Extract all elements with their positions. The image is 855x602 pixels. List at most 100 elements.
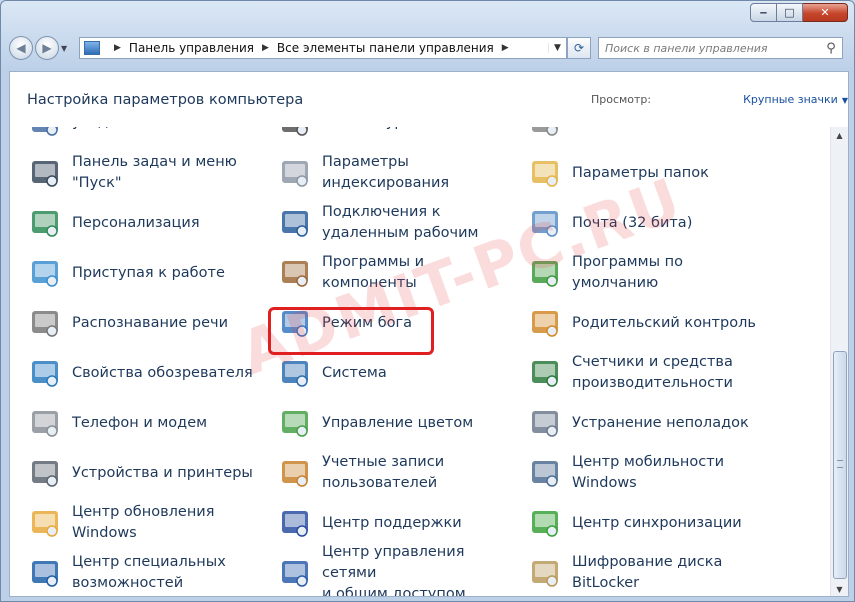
control-panel-item[interactable]: Центр мобильности Windows	[528, 450, 773, 496]
control-panel-item[interactable]: Центр обновления Windows	[28, 500, 273, 546]
view-by-value: Крупные значки	[743, 93, 838, 106]
control-panel-item-label: Мышь	[572, 127, 618, 133]
color-management-icon	[278, 406, 312, 440]
control-panel-item[interactable]: Учетные записи пользователей	[278, 450, 523, 496]
control-panel-item-label: Телефон и модем	[72, 414, 208, 431]
control-panel-item-label: Центр обновления Windows	[72, 504, 215, 541]
minimize-button[interactable]: ‒	[750, 3, 777, 22]
caption-buttons: ‒ □ ✕	[750, 3, 848, 22]
address-dropdown-button[interactable]: ▼	[548, 43, 566, 53]
forward-arrow-icon: ▶	[42, 41, 52, 55]
mouse-icon	[528, 127, 562, 139]
control-panel-item-label: Родительский контроль	[572, 314, 756, 331]
control-panel-item[interactable]: Устройства и принтеры	[28, 450, 273, 496]
control-panel-window: ‒ □ ✕ ◀ ▶ ▼ ▶ Панель управления ▶ Все эл…	[0, 0, 855, 602]
vertical-scrollbar[interactable]: ▲ ▼	[830, 127, 848, 596]
view-by-dropdown[interactable]: Крупные значки ▼	[743, 93, 848, 106]
content-pane: Настройка параметров компьютера Просмотр…	[9, 71, 849, 597]
control-panel-item[interactable]: Приступая к работе	[28, 250, 273, 296]
forward-button[interactable]: ▶	[35, 36, 59, 60]
control-panel-item-label: Устройства и принтеры	[72, 464, 253, 481]
folder-options-icon	[528, 156, 562, 190]
god-mode-highlight-frame	[268, 307, 434, 355]
control-panel-item[interactable]: Персонализация	[28, 200, 273, 246]
control-panel-item-label: Учетные записи пользователей	[322, 454, 445, 491]
taskbar-icon	[28, 156, 62, 190]
maximize-button[interactable]: □	[777, 3, 803, 22]
control-panel-item-label: Центр синхронизации	[572, 514, 742, 531]
search-icon[interactable]: ⚲	[820, 41, 842, 56]
control-panel-item[interactable]: Центр специальных возможностей	[28, 550, 273, 596]
control-panel-item[interactable]: Панель задач и меню "Пуск"	[28, 150, 273, 196]
control-panel-item-label: Центр управления сетями и общим доступом	[322, 543, 466, 597]
control-panel-item-label: Система	[322, 364, 387, 381]
network-icon	[278, 556, 312, 590]
control-panel-item[interactable]: Телефон и модем	[28, 400, 273, 446]
accessibility-icon	[28, 556, 62, 590]
keyboard-icon	[278, 127, 312, 139]
control-panel-item[interactable]: Параметры индексирования	[278, 150, 523, 196]
close-button[interactable]: ✕	[803, 3, 848, 22]
control-panel-item-label: Устранение неполадок	[572, 414, 749, 431]
sync-center-icon	[528, 506, 562, 540]
control-panel-item-label: Распознавание речи	[72, 314, 229, 331]
control-panel-item-label: Счетчики и средства производительности	[572, 354, 733, 391]
address-bar[interactable]: ▶ Панель управления ▶ Все элементы панел…	[79, 37, 567, 59]
internet-options-icon	[28, 356, 62, 390]
bitlocker-icon	[528, 556, 562, 590]
view-by-label: Просмотр:	[590, 93, 652, 106]
user-accounts-icon	[278, 456, 312, 490]
refresh-button[interactable]: ⟳	[567, 37, 591, 59]
control-panel-item[interactable]: Мышь	[528, 127, 773, 145]
control-panel-item[interactable]: Центр поддержки	[278, 500, 523, 546]
control-panel-item[interactable]: Счетчики и средства производительности	[528, 350, 773, 396]
microphone-icon	[28, 306, 62, 340]
remote-desktop-icon	[278, 206, 312, 240]
control-panel-item-label: Подключения к удаленным рабочим	[322, 204, 479, 241]
control-panel-item-label: Панель задач и меню "Пуск"	[72, 154, 237, 191]
control-panel-items-grid: уведомлений Панель задач и меню "Пуск" Пер…	[10, 127, 830, 596]
control-panel-item-label: Центр мобильности Windows	[572, 454, 725, 491]
control-panel-item-label: Центр специальных возможностей	[72, 554, 226, 591]
getting-started-icon	[28, 256, 62, 290]
indexing-icon	[278, 156, 312, 190]
control-panel-item-label: Клавиатура	[322, 127, 412, 133]
action-center-flag-icon	[278, 506, 312, 540]
mobility-center-icon	[528, 456, 562, 490]
control-panel-item-label: Параметры индексирования	[322, 154, 450, 191]
control-panel-item[interactable]: уведомлений	[28, 127, 273, 145]
parental-controls-icon	[528, 306, 562, 340]
control-panel-item-label: Приступая к работе	[72, 264, 225, 281]
search-input[interactable]	[599, 40, 820, 56]
breadcrumb-control-panel[interactable]: Панель управления	[129, 41, 254, 55]
control-panel-item[interactable]: Клавиатура	[278, 127, 523, 145]
dropdown-arrow-icon: ▼	[841, 96, 848, 105]
programs-icon	[278, 256, 312, 290]
performance-icon	[528, 356, 562, 390]
refresh-icon: ⟳	[573, 41, 585, 55]
recent-pages-dropdown[interactable]: ▼	[61, 44, 73, 53]
content-header: Настройка параметров компьютера Просмотр…	[10, 72, 848, 127]
chevron-right-icon[interactable]: ▶	[114, 43, 121, 53]
control-panel-icon	[84, 41, 100, 55]
back-button[interactable]: ◀	[9, 36, 33, 60]
search-box[interactable]: ⚲	[598, 37, 843, 59]
control-panel-item[interactable]: Центр синхронизации	[528, 500, 773, 546]
scroll-thumb[interactable]	[833, 351, 847, 579]
back-arrow-icon: ◀	[16, 41, 26, 55]
control-panel-item-label: Центр поддержки	[322, 514, 462, 531]
notification-icon	[28, 127, 62, 139]
control-panel-item[interactable]: Родительский контроль	[528, 300, 773, 346]
control-panel-item[interactable]: Управление цветом	[278, 400, 523, 446]
chevron-right-icon[interactable]: ▶	[262, 43, 269, 53]
scroll-up-button[interactable]: ▲	[831, 127, 848, 144]
control-panel-item-label: Управление цветом	[322, 414, 474, 431]
control-panel-item[interactable]: Шифрование диска BitLocker	[528, 550, 773, 596]
personalization-icon	[28, 206, 62, 240]
control-panel-item[interactable]: Свойства обозревателя	[28, 350, 273, 396]
breadcrumb-all-items[interactable]: Все элементы панели управления	[277, 41, 494, 55]
chevron-right-icon[interactable]: ▶	[502, 43, 509, 53]
control-panel-item[interactable]: Устранение неполадок	[528, 400, 773, 446]
scroll-down-button[interactable]: ▼	[831, 581, 848, 596]
control-panel-item[interactable]: Центр управления сетями и общим доступом	[278, 544, 523, 596]
